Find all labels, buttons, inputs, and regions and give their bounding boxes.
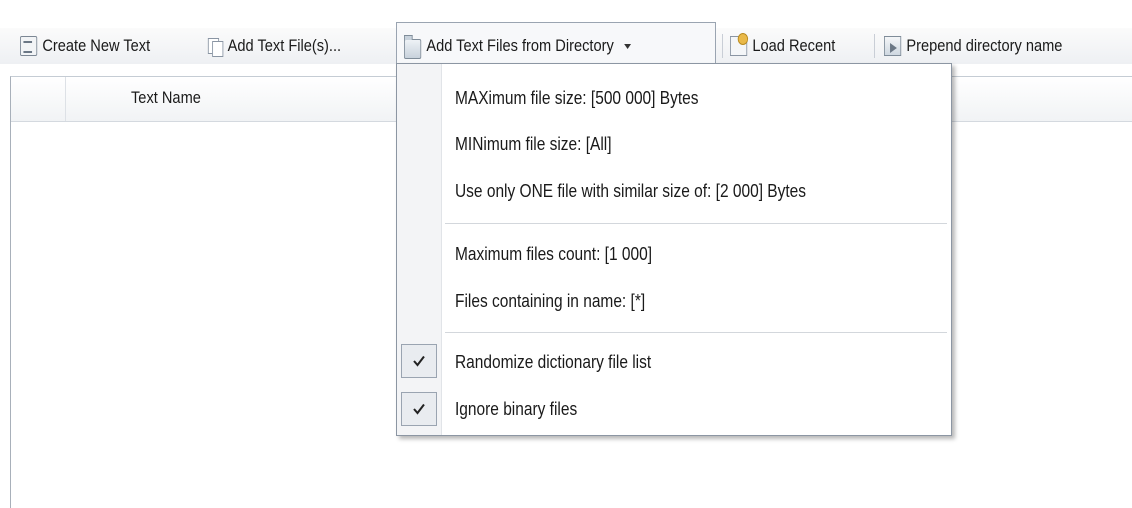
check-icon xyxy=(413,355,425,367)
menu-item-one-file-similar-size[interactable]: Use only ONE file with similar size of: … xyxy=(455,181,806,202)
load-recent-button[interactable]: Load Recent xyxy=(730,30,835,62)
add-text-files-label: Add Text File(s)... xyxy=(227,36,342,55)
create-new-text-label: Create New Text xyxy=(42,36,151,55)
add-from-directory-label: Add Text Files from Directory xyxy=(426,36,614,55)
menu-item-ignore-binary[interactable]: Ignore binary files xyxy=(455,399,577,420)
create-text-icon xyxy=(20,36,38,56)
header-cell-blank[interactable] xyxy=(11,77,66,121)
add-files-icon xyxy=(207,37,224,57)
load-recent-label: Load Recent xyxy=(752,36,836,55)
toolbar-separator xyxy=(874,34,875,58)
toolbar-separator xyxy=(722,34,723,58)
column-header-text-name: Text Name xyxy=(131,88,201,107)
create-new-text-button[interactable]: Create New Text xyxy=(20,30,150,62)
menu-item-max-file-size[interactable]: MAXimum file size: [500 000] Bytes xyxy=(455,88,698,109)
folder-icon xyxy=(404,35,422,59)
add-text-files-button[interactable]: Add Text File(s)... xyxy=(207,30,341,62)
prepend-directory-button[interactable]: Prepend directory name xyxy=(884,30,1062,62)
menu-item-max-files-count[interactable]: Maximum files count: [1 000] xyxy=(455,244,652,265)
menu-item-files-containing-name[interactable]: Files containing in name: [*] xyxy=(455,291,645,312)
chevron-down-icon[interactable] xyxy=(624,43,631,49)
menu-item-min-file-size[interactable]: MINimum file size: [All] xyxy=(455,134,612,155)
randomize-checkmark xyxy=(401,344,437,378)
menu-separator xyxy=(445,332,947,333)
directory-options-menu: MAXimum file size: [500 000] Bytes MINim… xyxy=(396,63,952,436)
prepend-icon xyxy=(884,36,902,56)
menu-separator xyxy=(445,223,947,224)
menu-gutter xyxy=(397,64,442,435)
ignore-binary-checkmark xyxy=(401,392,437,426)
load-recent-icon xyxy=(730,33,749,56)
prepend-directory-label: Prepend directory name xyxy=(906,36,1063,55)
add-from-directory-button[interactable]: Add Text Files from Directory xyxy=(404,30,631,62)
check-icon xyxy=(413,403,425,415)
menu-item-randomize-list[interactable]: Randomize dictionary file list xyxy=(455,352,651,373)
header-cell-text-name[interactable]: Text Name xyxy=(65,77,426,121)
